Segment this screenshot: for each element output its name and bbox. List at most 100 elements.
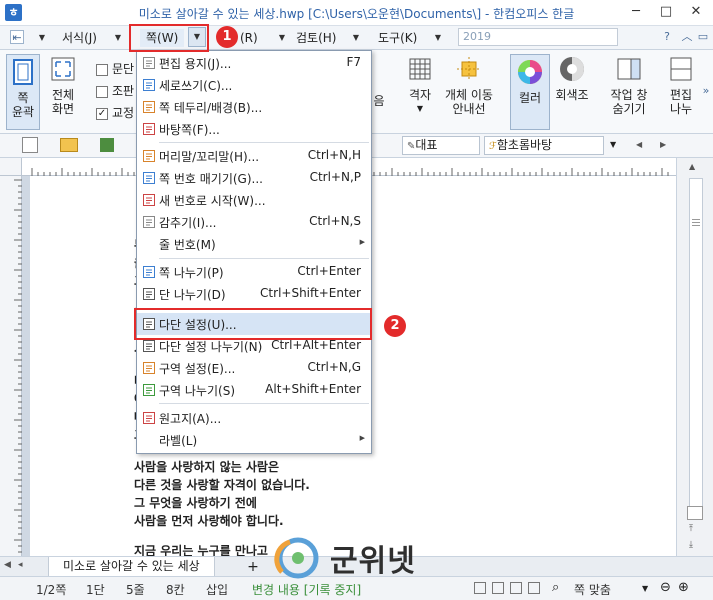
- close-button[interactable]: ✕: [681, 0, 711, 26]
- prev-page-icon[interactable]: ⤒: [689, 524, 693, 534]
- fullscreen-label1: 전체: [51, 88, 75, 102]
- checkbox[interactable]: [96, 85, 108, 98]
- multi-column-break-icon: [142, 339, 156, 353]
- style-select[interactable]: ✎대표: [402, 136, 480, 155]
- proofread-check[interactable]: ✓ 교정: [96, 102, 134, 124]
- grid-label: 격자: [408, 88, 432, 102]
- task-pane-label2: 숨기기: [612, 102, 646, 116]
- open-folder-icon[interactable]: [60, 138, 78, 152]
- font-select[interactable]: ℱ함초롬바탕: [484, 136, 604, 155]
- new-document-icon[interactable]: [22, 137, 38, 153]
- object-guide-button[interactable]: 개체 이동 안내선: [440, 54, 498, 116]
- minimize-button[interactable]: ─: [621, 0, 651, 26]
- chevron-down-icon[interactable]: ▼: [642, 584, 648, 593]
- view-book-icon[interactable]: [528, 582, 540, 594]
- font-size-up-icon[interactable]: ▶: [660, 140, 666, 149]
- scroll-up-icon[interactable]: ▲: [689, 162, 695, 171]
- paper-icon: [142, 56, 156, 70]
- checkbox[interactable]: [96, 63, 108, 76]
- menu-item-section-break[interactable]: 구역 나누기(S) Alt+Shift+Enter: [137, 379, 371, 401]
- tab-document[interactable]: 미소로 살아갈 수 있는 세상: [48, 557, 215, 577]
- restore-icon[interactable]: ▭: [696, 30, 710, 44]
- ribbon-partial-text: 음: [373, 94, 385, 108]
- section-break-icon: [142, 383, 156, 397]
- view-normal-icon[interactable]: [474, 582, 486, 594]
- tab-prev-icon[interactable]: ◂: [18, 560, 23, 570]
- object-guide-label2: 안내선: [452, 102, 486, 116]
- menu-view[interactable]: (R): [240, 29, 258, 47]
- menu-item-paper[interactable]: 편집 용지(J)... F7: [137, 52, 371, 74]
- callout-box-2: [134, 308, 372, 340]
- zoom-out-icon[interactable]: ⊖: [660, 580, 671, 595]
- hide-icon: [142, 215, 156, 229]
- page-outline-label1: 쪽: [17, 91, 29, 105]
- tab-first-icon[interactable]: ◀: [4, 560, 11, 570]
- menu-item-hide[interactable]: 감추기(I)... Ctrl+N,S: [137, 211, 371, 233]
- page-outline-icon: [8, 57, 38, 87]
- help-icon[interactable]: ?: [660, 30, 674, 44]
- menu-review[interactable]: 검토(H): [296, 29, 336, 47]
- ribbon-more-icon[interactable]: »: [699, 84, 713, 98]
- chevron-down-icon[interactable]: ▼: [432, 29, 444, 47]
- ribbon-collapse-icon[interactable]: ︿: [680, 30, 694, 44]
- zoom-in-icon[interactable]: ⊕: [678, 580, 689, 595]
- menu-item-page-number[interactable]: 쪽 번호 매기기(G)... Ctrl+N,P: [137, 167, 371, 189]
- view-web-icon[interactable]: [492, 582, 504, 594]
- menu-format[interactable]: 서식(J): [62, 29, 97, 47]
- master-page-icon: [142, 122, 156, 136]
- add-tab-button[interactable]: +: [238, 557, 268, 577]
- menu-item-label: 구역 나누기(S): [159, 384, 235, 398]
- grid-button[interactable]: 격자 ▼: [402, 54, 438, 116]
- status-track-changes[interactable]: 변경 내용 [기록 중지]: [252, 581, 361, 598]
- next-page-icon[interactable]: ⤓: [689, 540, 693, 550]
- menu-item-vertical-text[interactable]: 세로쓰기(C)...: [137, 74, 371, 96]
- view-two-page-icon[interactable]: [510, 582, 522, 594]
- split-edit-button[interactable]: 편집 나누: [666, 54, 696, 116]
- vertical-scrollbar[interactable]: ▲ ⤒ ⤓: [676, 158, 713, 556]
- chevron-down-icon[interactable]: ▼: [36, 29, 48, 47]
- grayscale-button[interactable]: 회색조: [552, 54, 592, 102]
- back-icon[interactable]: ⇤: [10, 30, 24, 44]
- menu-item-master-page[interactable]: 바탕쪽(F)...: [137, 118, 371, 140]
- menu-tools[interactable]: 도구(K): [378, 29, 417, 47]
- ruler-corner[interactable]: [0, 158, 22, 176]
- menu-item-header-footer[interactable]: 머리말/꼬리말(H)... Ctrl+N,H: [137, 145, 371, 167]
- menu-item-sub-8[interactable]: 줄 번호(M) ▶: [137, 233, 371, 255]
- vertical-ruler[interactable]: [0, 176, 22, 556]
- font-size-down-icon[interactable]: ◀: [636, 140, 642, 149]
- zoom-search-icon[interactable]: ⌕: [552, 580, 559, 595]
- zoom-level[interactable]: 쪽 맞춤: [574, 581, 611, 598]
- maximize-button[interactable]: □: [651, 0, 681, 26]
- menu-item-new-number[interactable]: 새 번호로 시작(W)...: [137, 189, 371, 211]
- scroll-thumb[interactable]: [689, 178, 703, 508]
- menu-item-manuscript[interactable]: 원고지(A)...: [137, 407, 371, 429]
- version-select[interactable]: 2019: [458, 28, 618, 46]
- status-mode[interactable]: 삽입: [206, 581, 228, 598]
- menu-item-page-border[interactable]: 쪽 테두리/배경(B)...: [137, 96, 371, 118]
- color-button[interactable]: 컬러: [510, 54, 550, 130]
- status-column: 1단: [86, 583, 105, 597]
- menu-item-page-break[interactable]: 쪽 나누기(P) Ctrl+Enter: [137, 261, 371, 283]
- menu-item-shortcut: Ctrl+Shift+Enter: [260, 286, 361, 300]
- chevron-down-icon[interactable]: ▼: [112, 29, 124, 47]
- checkbox-checked[interactable]: ✓: [96, 107, 108, 120]
- control-code-check[interactable]: 조판: [96, 80, 134, 102]
- chevron-down-icon[interactable]: ▼: [610, 140, 616, 149]
- chevron-down-icon[interactable]: ▼: [402, 102, 438, 116]
- page-view-icon[interactable]: [687, 506, 703, 520]
- hide-task-pane-button[interactable]: 작업 창 숨기기: [604, 54, 654, 116]
- menu-item-sub-16[interactable]: 라벨(L) ▶: [137, 429, 371, 451]
- menu-item-column-break[interactable]: 단 나누기(D) Ctrl+Shift+Enter: [137, 283, 371, 305]
- fullscreen-button[interactable]: 전체 화면: [46, 54, 80, 116]
- manuscript-icon: [142, 411, 156, 425]
- menu-separator: [159, 258, 369, 259]
- save-icon[interactable]: [100, 138, 114, 152]
- page-outline-button[interactable]: 쪽 윤곽: [6, 54, 40, 130]
- menu-item-section-setup[interactable]: 구역 설정(E)... Ctrl+N,G: [137, 357, 371, 379]
- title-bar: ㅎ 미소로 살아갈 수 있는 세상.hwp [C:\Users\오운현\Docu…: [0, 0, 713, 26]
- status-page[interactable]: 1/2쪽: [36, 581, 66, 598]
- color-wheel-icon: [515, 57, 545, 87]
- chevron-down-icon[interactable]: ▼: [350, 29, 362, 47]
- chevron-down-icon[interactable]: ▼: [276, 29, 288, 47]
- paragraph-mark-check[interactable]: 문단: [96, 58, 134, 80]
